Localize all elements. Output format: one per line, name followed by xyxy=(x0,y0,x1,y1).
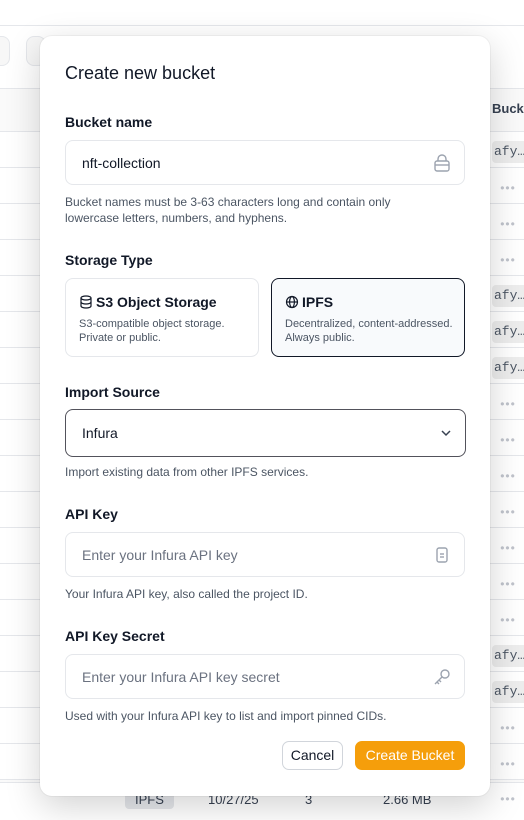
row-menu-dots: ••• xyxy=(500,613,516,627)
storage-option-description: Decentralized, content-addressed. Always… xyxy=(285,318,453,344)
row-menu-dots: ••• xyxy=(500,181,516,195)
key-card-icon xyxy=(436,547,448,563)
api-key-secret-help: Used with your Infura API key to list an… xyxy=(65,709,387,723)
storage-option-s3[interactable]: S3 Object Storage S3-compatible object s… xyxy=(65,278,259,357)
row-menu-dots: ••• xyxy=(500,469,516,483)
chevron-down-icon xyxy=(441,430,451,437)
api-key-secret-input-wrapper xyxy=(65,654,465,699)
storage-option-ipfs[interactable]: IPFS Decentralized, content-addressed. A… xyxy=(271,278,465,357)
row-menu-dots: ••• xyxy=(500,253,516,267)
cancel-button[interactable]: Cancel xyxy=(282,741,343,770)
api-key-input-wrapper xyxy=(65,532,465,577)
row-menu-dots: ••• xyxy=(500,217,516,231)
import-source-label: Import Source xyxy=(65,384,160,400)
cid-cell: afy… xyxy=(492,357,524,379)
bucket-name-label: Bucket name xyxy=(65,114,153,130)
import-source-select[interactable]: Infura xyxy=(65,409,466,457)
row-menu-dots: ••• xyxy=(500,541,516,555)
key-icon xyxy=(434,669,450,685)
storage-option-title: S3 Object Storage xyxy=(96,294,217,310)
storage-option-description: S3-compatible object storage. Private or… xyxy=(79,318,225,344)
cid-cell: afy… xyxy=(492,645,524,667)
api-key-secret-input[interactable] xyxy=(82,655,422,698)
cid-cell: afy… xyxy=(492,681,524,703)
background-top-bar xyxy=(0,0,524,26)
cid-cell: afy… xyxy=(492,141,524,163)
create-bucket-button[interactable]: Create Bucket xyxy=(355,741,465,770)
import-source-help: Import existing data from other IPFS ser… xyxy=(65,465,309,479)
background-filter-pill xyxy=(0,36,10,66)
create-bucket-dialog: Create new bucket Bucket name nft-collec… xyxy=(40,36,490,796)
bucket-name-input[interactable]: nft-collection xyxy=(65,140,465,185)
cid-cell: afy… xyxy=(492,285,524,307)
database-icon xyxy=(80,295,92,309)
api-key-secret-label: API Key Secret xyxy=(65,628,165,644)
api-key-input[interactable] xyxy=(82,533,422,576)
row-menu-dots: ••• xyxy=(500,433,516,447)
row-menu-dots: ••• xyxy=(500,577,516,591)
cid-cell: afy… xyxy=(492,321,524,343)
row-menu-dots: ••• xyxy=(500,792,516,806)
lock-icon xyxy=(434,154,450,172)
import-source-value: Infura xyxy=(82,425,118,441)
row-menu-dots: ••• xyxy=(500,721,516,735)
storage-type-label: Storage Type xyxy=(65,252,153,268)
bucket-name-value: nft-collection xyxy=(82,155,161,171)
row-menu-dots: ••• xyxy=(500,505,516,519)
storage-option-title: IPFS xyxy=(302,294,334,310)
globe-icon xyxy=(285,295,299,309)
api-key-help: Your Infura API key, also called the pro… xyxy=(65,587,308,601)
row-menu-dots: ••• xyxy=(500,397,516,411)
dialog-title: Create new bucket xyxy=(65,63,216,83)
bucket-name-help: Bucket names must be 3-63 characters lon… xyxy=(65,195,391,225)
background-column-header: Bucket CID xyxy=(492,101,524,116)
api-key-label: API Key xyxy=(65,506,118,522)
row-menu-dots: ••• xyxy=(500,757,516,771)
